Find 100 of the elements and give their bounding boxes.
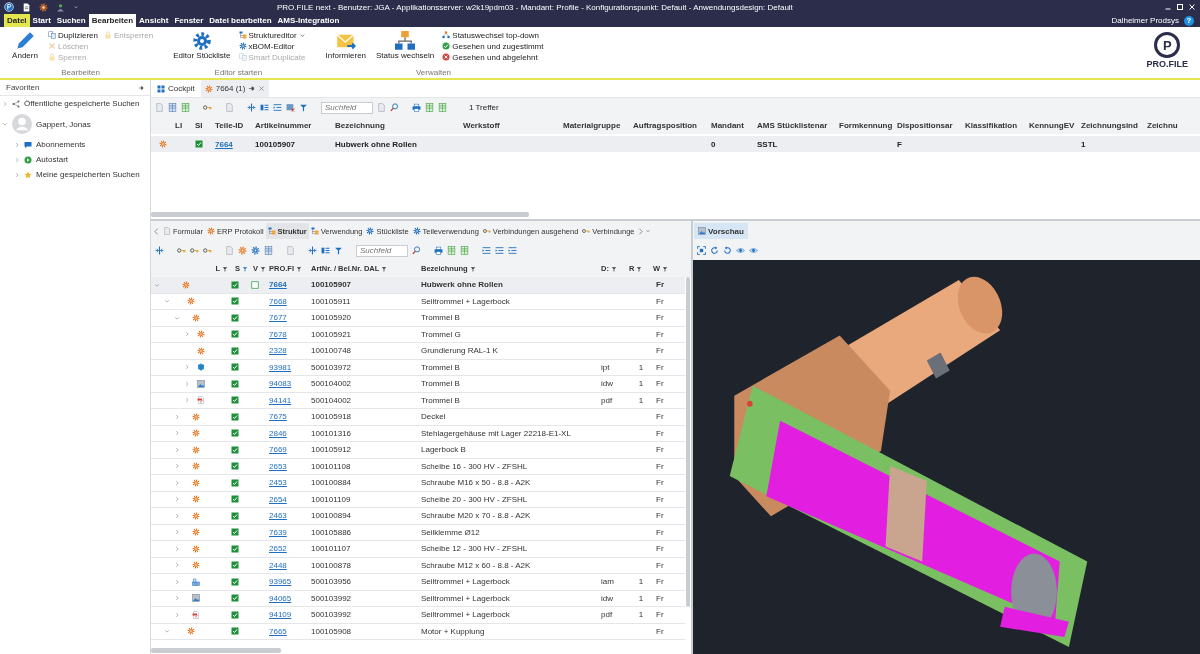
part-link[interactable]: 7675 — [269, 412, 287, 422]
ribbon-button[interactable]: Statuswechsel top-down — [442, 30, 544, 40]
sidebar-item[interactable]: Meine gespeicherten Suchen — [36, 170, 140, 179]
list-icon[interactable] — [321, 246, 330, 255]
checkbox-icon[interactable] — [231, 610, 239, 619]
checkbox-icon[interactable] — [231, 495, 239, 504]
left-icon[interactable] — [152, 226, 161, 236]
indent-icon[interactable] — [482, 246, 491, 255]
part-link[interactable]: 94065 — [269, 593, 292, 603]
checkbox-icon[interactable] — [231, 627, 239, 636]
table-row[interactable]: 94141 500104002 Trommel B pdf 1 Fr — [151, 392, 685, 409]
filter-icon[interactable] — [662, 265, 669, 272]
fit-icon[interactable] — [697, 246, 706, 255]
checkbox-icon[interactable] — [231, 462, 239, 471]
checkbox-icon[interactable] — [231, 379, 239, 388]
part-link[interactable]: 94141 — [269, 395, 292, 405]
document-tab[interactable]: Cockpit — [153, 80, 199, 97]
part-link[interactable]: 7665 — [269, 626, 287, 636]
checkbox-icon[interactable] — [231, 544, 239, 553]
columns-icon[interactable] — [438, 103, 447, 112]
menu-tab[interactable]: AMS-Integration — [274, 14, 343, 27]
column-header[interactable]: Zeichnu — [1147, 121, 1178, 130]
checkbox-icon[interactable] — [231, 429, 239, 438]
menu-tab[interactable]: Datei — [4, 14, 30, 27]
column-header[interactable]: Mandant — [711, 121, 744, 130]
checkbox-icon[interactable] — [231, 445, 239, 454]
caret-icon[interactable] — [73, 4, 79, 10]
column-header[interactable]: LI — [175, 121, 183, 130]
table-row[interactable]: 2463 100100894 Schraube M20 x 70 - 8.8 - A2K Fr — [151, 508, 685, 525]
sidebar-item[interactable]: Autostart — [36, 155, 68, 164]
menu-tab[interactable]: Datei bearbeiten — [206, 14, 275, 27]
sidebar-item[interactable]: Öffentliche gespeicherte Suchen — [24, 99, 140, 108]
undo-icon[interactable] — [723, 246, 732, 255]
column-header[interactable]: Bezeichnung — [335, 121, 385, 130]
column-header[interactable]: KennungEV — [1029, 121, 1075, 130]
search-field[interactable]: Suchfeld — [321, 101, 373, 114]
table-row[interactable]: 2653 100101108 Scheibe 16 - 300 HV - ZFSHL Fr — [151, 458, 685, 475]
scrollbar[interactable] — [151, 212, 529, 217]
checkbox-icon[interactable] — [231, 297, 239, 306]
eye-icon[interactable] — [749, 246, 758, 255]
filter-icon[interactable] — [610, 265, 617, 272]
menu-tab[interactable]: Start — [29, 14, 54, 27]
checkbox-icon[interactable] — [251, 280, 259, 289]
document-tab[interactable]: 7664 (1) — [200, 80, 270, 97]
column-header[interactable]: Zeichnungsind — [1081, 121, 1138, 130]
maximize-icon[interactable] — [1176, 3, 1184, 11]
filter-icon[interactable] — [242, 265, 248, 272]
ribbon-button[interactable]: Gesehen und zugestimmt — [442, 41, 544, 51]
columns-icon[interactable] — [447, 246, 456, 255]
scrollbar[interactable] — [686, 277, 690, 607]
part-link[interactable]: 2448 — [269, 560, 287, 570]
ribbon-button[interactable]: Gesehen und abgelehnt — [442, 52, 544, 62]
part-link[interactable]: 93981 — [269, 362, 292, 372]
part-link[interactable]: 7678 — [269, 329, 287, 339]
column-header[interactable]: Klassifikation — [965, 121, 1017, 130]
sidebar-item[interactable]: Gappert, Jonas — [36, 119, 91, 129]
part-link[interactable]: 94109 — [269, 610, 292, 620]
filter-icon[interactable] — [334, 246, 343, 255]
ribbon-button[interactable]: Status wechseln — [374, 30, 437, 62]
table-row[interactable]: 2652 100101107 Scheibe 12 - 300 HV - ZFSHL Fr — [151, 541, 685, 558]
checkbox-icon[interactable] — [231, 594, 239, 603]
table-row[interactable]: 7669 100105912 Lagerbock B Fr — [151, 442, 685, 459]
filter-icon[interactable] — [222, 265, 228, 272]
table-row[interactable]: 7678 100105921 Trommel G Fr — [151, 326, 685, 343]
table-row[interactable]: 93965 500103956 Seiltrommel + Lagerbock iam 1 Fr — [151, 574, 685, 591]
split-icon[interactable] — [247, 103, 256, 112]
part-link[interactable]: 7664 — [269, 280, 287, 290]
checkbox-icon[interactable] — [231, 478, 239, 487]
table-icon[interactable] — [286, 103, 295, 112]
table-row[interactable]: 93981 500103972 Trommel B ipt 1 Fr — [151, 359, 685, 376]
checkbox-icon[interactable] — [231, 280, 239, 289]
checkbox-icon[interactable] — [231, 346, 239, 355]
menu-tab[interactable]: Ansicht — [136, 14, 172, 27]
columns-icon[interactable] — [168, 103, 177, 112]
print-icon[interactable] — [434, 246, 443, 255]
table-row[interactable]: 2448 100100878 Schraube M12 x 60 - 8.8 - A2K Fr — [151, 557, 685, 574]
part-link[interactable]: 94083 — [269, 379, 292, 389]
part-link[interactable]: 2453 — [269, 478, 287, 488]
menu-tab[interactable]: Bearbeiten — [88, 14, 137, 27]
column-header[interactable]: Teile-ID — [215, 121, 244, 130]
split-icon[interactable] — [155, 246, 164, 255]
filter-icon[interactable] — [381, 265, 388, 272]
column-header[interactable]: Dispositionsar — [897, 121, 953, 130]
eye-icon[interactable] — [736, 246, 745, 255]
column-header[interactable]: SI — [195, 121, 203, 130]
table-row[interactable]: 7665 100105908 Motor + Kupplung Fr — [151, 623, 685, 640]
columns-icon[interactable] — [460, 246, 469, 255]
part-link[interactable]: 7668 — [269, 296, 287, 306]
filter-icon[interactable] — [260, 265, 266, 272]
table-row[interactable]: 7639 100105886 Seilklemme Ø12 Fr — [151, 524, 685, 541]
preview-tab[interactable]: Vorschau — [694, 223, 748, 239]
table-row[interactable]: 94083 500104002 Trommel B idw 1 Fr — [151, 376, 685, 393]
column-header[interactable]: Artikelnummer — [255, 121, 312, 130]
table-row[interactable]: 7677 100105920 Trommel B Fr — [151, 310, 685, 327]
checkbox-icon[interactable] — [231, 561, 239, 570]
checkbox-icon[interactable] — [231, 396, 239, 405]
checkbox-icon[interactable] — [195, 140, 203, 148]
table-row[interactable]: 7668 100105911 Seiltrommel + Lagerbock Fr — [151, 293, 685, 310]
part-link[interactable]: 2846 — [269, 428, 287, 438]
right-icon[interactable] — [636, 226, 646, 236]
